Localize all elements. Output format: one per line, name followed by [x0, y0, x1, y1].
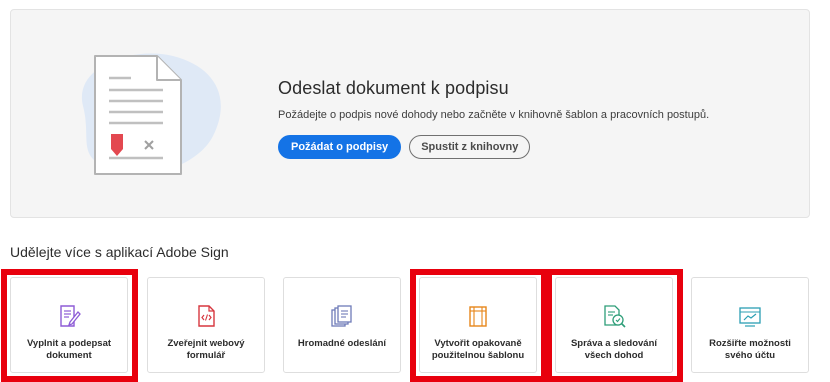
card-label: Zveřejnit webový formulář — [167, 338, 245, 361]
fill-sign-icon — [60, 305, 81, 327]
card-reusable-template[interactable]: Vytvořit opakovaně použitelnou šablonu — [419, 277, 537, 373]
card-label: Hromadné odeslání — [297, 338, 387, 349]
bulk-send-icon — [331, 305, 352, 327]
document-signature-illustration — [81, 53, 221, 175]
card-label: Správa a sledování všech dohod — [570, 338, 658, 361]
manage-agreements-icon — [604, 305, 626, 328]
start-from-library-button[interactable]: Spustit z knihovny — [409, 135, 531, 159]
account-upgrade-icon — [739, 307, 761, 327]
hero-title: Odeslat dokument k podpisu — [278, 78, 509, 98]
card-account-upgrade[interactable]: Rozšiřte možnosti svého účtu — [691, 277, 809, 373]
request-signatures-button[interactable]: Požádat o podpisy — [278, 135, 402, 159]
reusable-template-icon — [469, 306, 487, 327]
card-web-form[interactable]: Zveřejnit webový formulář — [147, 277, 265, 373]
card-manage-agreements[interactable]: Správa a sledování všech dohod — [555, 277, 673, 373]
card-label: Rozšiřte možnosti svého účtu — [709, 338, 791, 361]
send-document-panel: Odeslat dokument k podpisu Požádejte o p… — [10, 9, 810, 218]
card-label: Vytvořit opakovaně použitelnou šablonu — [431, 338, 525, 361]
section-title: Udělejte více s aplikací Adobe Sign — [10, 244, 229, 260]
hero-subtitle: Požádejte o podpis nové dohody nebo začn… — [278, 109, 710, 121]
card-bulk-send[interactable]: Hromadné odeslání — [283, 277, 401, 373]
web-form-icon — [198, 305, 215, 327]
card-fill-sign[interactable]: Vyplnit a podepsat dokument — [10, 277, 128, 373]
card-label: Vyplnit a podepsat dokument — [26, 338, 112, 361]
